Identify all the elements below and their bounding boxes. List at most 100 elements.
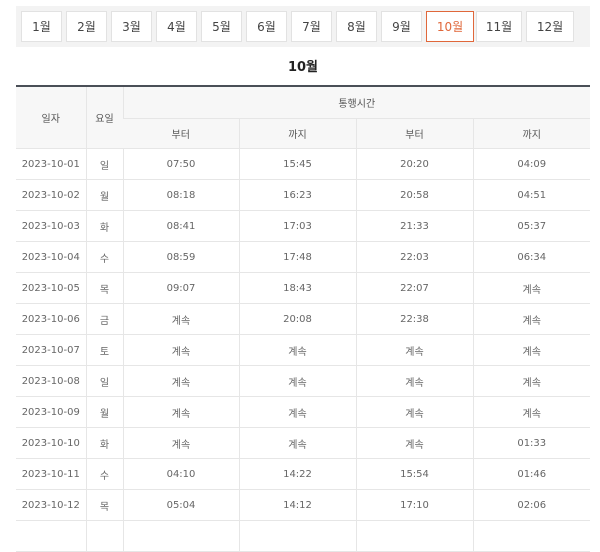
cell-day: 목	[85, 272, 123, 304]
cell-date: 2023-10-05	[16, 272, 86, 304]
table-row: 2023-10-09 월 계속 계속 계속 계속	[16, 396, 590, 428]
cell-to-1: 17:48	[238, 241, 356, 273]
cell-from-2: 17:10	[355, 489, 473, 521]
cell-from-2: 21:33	[355, 210, 473, 242]
cell-day: 금	[85, 303, 123, 335]
month-tab-bar: 1월 2월 3월 4월 5월 6월 7월 8월 9월 10월 11월 12월	[16, 6, 590, 47]
cell-date: 2023-10-04	[16, 241, 86, 273]
cell-day: 목	[85, 489, 123, 521]
cell-from-2: 20:58	[355, 179, 473, 211]
cell-date: 2023-10-11	[16, 458, 86, 490]
cell-from-1	[122, 520, 239, 552]
cell-from-2: 22:38	[355, 303, 473, 335]
cell-from-1: 08:59	[122, 241, 239, 273]
cell-to-2: 계속	[472, 396, 590, 428]
cell-to-2: 02:06	[472, 489, 590, 521]
cell-to-2: 계속	[472, 272, 590, 304]
cell-date: 2023-10-01	[16, 148, 86, 180]
month-tab-3[interactable]: 3월	[111, 11, 152, 42]
cell-from-1: 05:04	[122, 489, 239, 521]
table-row: 2023-10-11 수 04:10 14:22 15:54 01:46	[16, 458, 590, 490]
cell-from-1: 계속	[122, 365, 239, 397]
cell-day: 화	[85, 427, 123, 459]
cell-to-1: 14:22	[238, 458, 356, 490]
cell-to-2: 01:46	[472, 458, 590, 490]
cell-to-2: 04:51	[472, 179, 590, 211]
cell-to-1: 15:45	[238, 148, 356, 180]
table-row: 2023-10-10 화 계속 계속 계속 01:33	[16, 427, 590, 459]
cell-to-1: 계속	[238, 334, 356, 366]
cell-date: 2023-10-02	[16, 179, 86, 211]
cell-to-2	[472, 520, 590, 552]
cell-day: 월	[85, 396, 123, 428]
cell-from-2: 계속	[355, 365, 473, 397]
month-tab-4[interactable]: 4월	[156, 11, 197, 42]
cell-day: 화	[85, 210, 123, 242]
header-date: 일자	[16, 86, 86, 149]
table-row: 2023-10-05 목 09:07 18:43 22:07 계속	[16, 272, 590, 304]
cell-from-2	[355, 520, 473, 552]
cell-to-2: 04:09	[472, 148, 590, 180]
cell-from-1: 계속	[122, 334, 239, 366]
month-tab-2[interactable]: 2월	[66, 11, 107, 42]
cell-from-2: 22:03	[355, 241, 473, 273]
cell-to-2: 06:34	[472, 241, 590, 273]
cell-date: 2023-10-08	[16, 365, 86, 397]
cell-to-1: 16:23	[238, 179, 356, 211]
cell-from-2: 22:07	[355, 272, 473, 304]
cell-date: 2023-10-09	[16, 396, 86, 428]
cell-from-1: 계속	[122, 396, 239, 428]
table-row: 2023-10-04 수 08:59 17:48 22:03 06:34	[16, 241, 590, 273]
cell-to-1: 14:12	[238, 489, 356, 521]
header-travel-time: 통행시간	[122, 86, 590, 119]
cell-from-1: 09:07	[122, 272, 239, 304]
cell-from-1: 08:18	[122, 179, 239, 211]
cell-day: 월	[85, 179, 123, 211]
cell-to-2: 01:33	[472, 427, 590, 459]
table-row: 2023-10-12 목 05:04 14:12 17:10 02:06	[16, 489, 590, 521]
cell-date: 2023-10-03	[16, 210, 86, 242]
cell-to-1	[238, 520, 356, 552]
cell-from-1: 계속	[122, 427, 239, 459]
cell-to-2: 05:37	[472, 210, 590, 242]
schedule-table: 일자 요일 통행시간 부터 까지 부터 까지 2023-10-01 일 07:50 1…	[16, 85, 590, 552]
cell-date	[16, 520, 86, 552]
cell-date: 2023-10-07	[16, 334, 86, 366]
cell-from-2: 계속	[355, 334, 473, 366]
month-tab-5[interactable]: 5월	[201, 11, 242, 42]
cell-to-1: 18:43	[238, 272, 356, 304]
month-tab-6[interactable]: 6월	[246, 11, 287, 42]
header-to-2: 까지	[472, 118, 590, 149]
cell-day: 일	[85, 365, 123, 397]
section-title: 10월	[287, 60, 319, 75]
cell-from-2: 계속	[355, 427, 473, 459]
cell-to-2: 계속	[472, 365, 590, 397]
month-tab-9[interactable]: 9월	[381, 11, 422, 42]
table-row	[16, 520, 590, 552]
cell-to-1: 20:08	[238, 303, 356, 335]
month-tab-10[interactable]: 10월	[426, 11, 474, 42]
header-from-1: 부터	[123, 118, 239, 149]
month-tab-1[interactable]: 1월	[21, 11, 62, 42]
table-row: 2023-10-01 일 07:50 15:45 20:20 04:09	[16, 148, 590, 180]
cell-day: 수	[85, 241, 123, 273]
table-row: 2023-10-06 금 계속 20:08 22:38 계속	[16, 303, 590, 335]
table-row: 2023-10-03 화 08:41 17:03 21:33 05:37	[16, 210, 590, 242]
cell-from-1: 07:50	[122, 148, 239, 180]
month-tab-11[interactable]: 11월	[476, 11, 522, 42]
month-tab-8[interactable]: 8월	[336, 11, 377, 42]
cell-date: 2023-10-12	[16, 489, 86, 521]
cell-to-1: 계속	[238, 365, 356, 397]
cell-to-1: 계속	[238, 396, 356, 428]
month-tab-7[interactable]: 7월	[291, 11, 332, 42]
cell-date: 2023-10-06	[16, 303, 86, 335]
cell-date: 2023-10-10	[16, 427, 86, 459]
cell-day: 토	[85, 334, 123, 366]
cell-to-2: 계속	[472, 334, 590, 366]
cell-from-2: 15:54	[355, 458, 473, 490]
cell-to-2: 계속	[472, 303, 590, 335]
header-from-2: 부터	[355, 118, 473, 149]
header-day: 요일	[85, 86, 123, 149]
table-row: 2023-10-02 월 08:18 16:23 20:58 04:51	[16, 179, 590, 211]
month-tab-12[interactable]: 12월	[526, 11, 574, 42]
